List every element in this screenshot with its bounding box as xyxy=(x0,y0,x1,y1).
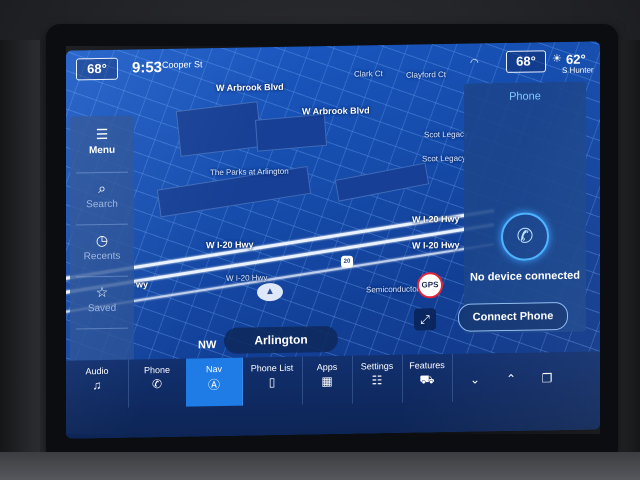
phone-icon: ✆ xyxy=(151,376,163,392)
dock-label: Audio xyxy=(85,365,109,377)
map-label: wy xyxy=(136,279,149,290)
phone-icon: ✆ xyxy=(501,212,549,262)
music-icon: ♫ xyxy=(92,378,102,393)
wifi-icon: ◠ xyxy=(470,57,479,69)
phone-panel: Phone ✆ No device connected xyxy=(464,81,586,334)
dock-audio[interactable]: Audio ♫ xyxy=(66,359,129,409)
phone-status: No device connected xyxy=(469,269,581,284)
settings-sliders-icon: ☷ xyxy=(371,373,383,388)
connect-phone-button[interactable]: Connect Phone xyxy=(458,301,568,332)
dock-phone-list[interactable]: Phone List ▯ xyxy=(242,356,303,406)
dock-label: Phone List xyxy=(250,362,294,374)
navigation-icon: Ⓐ xyxy=(207,377,220,393)
left-air-vent xyxy=(0,40,40,460)
dock-label: Features xyxy=(409,360,445,371)
copy-screen-icon[interactable]: ❐ xyxy=(530,364,564,393)
interstate-shield-icon: 20 xyxy=(341,255,353,268)
side-menu: ☰ Menu ⌕ Search ◷ Recents ☆ Saved xyxy=(70,115,134,385)
search-label: Search xyxy=(86,198,118,211)
map-label: Semiconductor xyxy=(366,284,420,295)
clock: 9:53 xyxy=(132,58,163,77)
map-label: W I-20 Hwy xyxy=(412,239,460,251)
star-icon: ☆ xyxy=(95,283,109,301)
map-label: Scot Legacy xyxy=(422,153,467,164)
map-label: W I-20 Hwy xyxy=(412,213,460,225)
saved-label: Saved xyxy=(87,302,117,315)
map-label: W I-20 Hwy xyxy=(226,273,268,283)
dock-settings[interactable]: Settings ☷ xyxy=(352,354,403,404)
dock-features[interactable]: Features ⛟ xyxy=(402,353,453,403)
dock-label: Apps xyxy=(316,361,338,373)
menu-button[interactable]: ☰ Menu xyxy=(70,125,134,156)
menu-divider xyxy=(76,223,128,226)
vehicle-features-icon: ⛟ xyxy=(419,372,435,387)
current-street: Cooper St xyxy=(162,59,203,70)
search-button[interactable]: ⌕ Search xyxy=(70,179,134,210)
chevron-up-icon[interactable]: ⌃ xyxy=(494,365,528,394)
dock-label: Nav xyxy=(205,363,222,375)
compass-heading[interactable]: NW xyxy=(198,336,220,354)
menu-divider xyxy=(76,327,128,330)
dashboard-trim xyxy=(0,452,640,480)
clock-icon: ◷ xyxy=(95,231,109,249)
map-label: The Parks at Arlington xyxy=(210,166,289,178)
weather-icon: ☀ xyxy=(552,53,562,66)
saved-button[interactable]: ☆ Saved xyxy=(70,283,134,314)
menu-divider xyxy=(76,171,128,174)
dock-label: Settings xyxy=(360,360,394,372)
passenger-temp-button[interactable]: 68° xyxy=(506,50,546,73)
menu-label: Menu xyxy=(88,144,116,157)
chevron-down-icon[interactable]: ⌄ xyxy=(458,365,492,394)
dock-label: Phone xyxy=(143,364,171,376)
hamburger-icon: ☰ xyxy=(95,125,109,143)
apps-grid-icon: ▦ xyxy=(321,374,333,389)
dock-nav[interactable]: Nav Ⓐ xyxy=(186,357,243,407)
search-icon: ⌕ xyxy=(98,179,106,197)
phone-panel-title: Phone xyxy=(509,90,541,103)
phone-list-icon: ▯ xyxy=(268,375,276,390)
driver-temp-button[interactable]: 68° xyxy=(76,57,118,81)
map-label: Scot Legacy xyxy=(424,129,469,140)
menu-divider xyxy=(76,275,128,278)
expand-map-button[interactable]: ⤢ xyxy=(414,308,436,331)
dock-phone[interactable]: Phone ✆ xyxy=(128,358,187,408)
map-label: W Arbrook Blvd xyxy=(216,81,284,94)
current-city-label: Arlington xyxy=(224,325,338,354)
map-label: W Arbrook Blvd xyxy=(302,105,370,117)
top-right-street: S Hunter xyxy=(562,65,594,76)
map-block xyxy=(254,113,328,152)
recents-label: Recents xyxy=(83,250,121,263)
recents-button[interactable]: ◷ Recents xyxy=(70,231,134,262)
map-label: W I-20 Hwy xyxy=(206,239,254,251)
infotainment-screen: W Arbrook Blvd W Arbrook Blvd Clark Ct C… xyxy=(66,41,600,439)
dock-apps[interactable]: Apps ▦ xyxy=(302,355,353,405)
bottom-dock: Audio ♫ Phone ✆ Nav Ⓐ Phone List ▯ Apps … xyxy=(66,351,600,439)
